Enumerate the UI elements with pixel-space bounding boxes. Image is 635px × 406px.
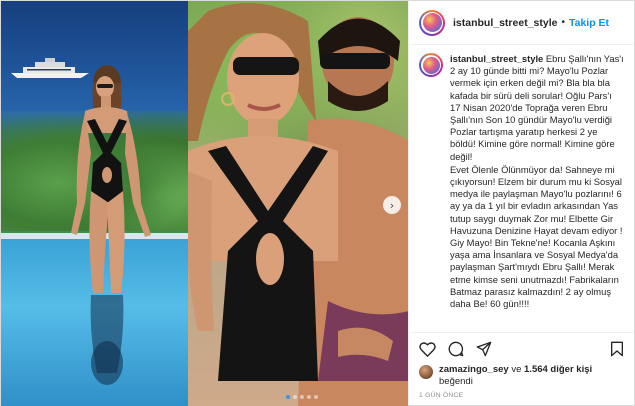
couple-figures bbox=[188, 3, 408, 406]
carousel-dot bbox=[299, 395, 304, 399]
caption-username[interactable]: istanbul_street_style bbox=[450, 53, 543, 64]
photo-pool-left bbox=[1, 1, 189, 406]
caption-avatar[interactable] bbox=[419, 53, 443, 77]
follow-button[interactable]: Takip Et bbox=[569, 17, 609, 29]
likes-count-link[interactable]: 1.564 diğer kişi bbox=[524, 364, 592, 375]
instagram-post: › istanbul_street_style • Takip Et istan… bbox=[0, 0, 635, 406]
action-bar bbox=[409, 332, 634, 364]
photo-couple-right bbox=[188, 1, 408, 406]
likes-text: zamazingo_sey ve 1.564 diğer kişi beğend… bbox=[439, 364, 592, 388]
caption-paragraph-1: istanbul_street_style Ebru Şallı'nın Yas… bbox=[450, 53, 624, 163]
bookmark-icon[interactable] bbox=[610, 341, 624, 357]
avatar[interactable] bbox=[419, 9, 445, 36]
post-side-panel: istanbul_street_style • Takip Et istanbu… bbox=[408, 1, 634, 405]
woman-figure-left bbox=[71, 65, 151, 385]
carousel-dot bbox=[292, 395, 297, 399]
carousel-dot bbox=[306, 395, 311, 399]
likes-connector: ve bbox=[508, 364, 525, 375]
caption-area: istanbul_street_style Ebru Şallı'nın Yas… bbox=[409, 45, 634, 332]
post-media[interactable]: › bbox=[1, 1, 408, 406]
likes-suffix: beğendi bbox=[439, 376, 473, 387]
post-timestamp[interactable]: 1 GÜN ÖNCE bbox=[409, 390, 634, 405]
chevron-right-icon[interactable]: › bbox=[383, 196, 401, 214]
caption-text: istanbul_street_style Ebru Şallı'nın Yas… bbox=[450, 53, 624, 332]
header-separator: • bbox=[561, 17, 565, 28]
heart-icon[interactable] bbox=[419, 341, 436, 357]
carousel-dot bbox=[313, 395, 318, 399]
carousel-dots bbox=[191, 395, 408, 399]
liker-avatar[interactable] bbox=[419, 365, 433, 379]
caption-paragraph-2: Evet Ölenle Ölünmüyor da! Sahneye mi çık… bbox=[450, 163, 623, 310]
caption-body-1: Ebru Şallı'nın Yas'ı 2 ay 10 günde bitti… bbox=[450, 53, 624, 162]
carousel-dot bbox=[285, 395, 290, 399]
liker-username[interactable]: zamazingo_sey bbox=[439, 364, 509, 375]
post-header: istanbul_street_style • Takip Et bbox=[409, 1, 634, 45]
comment-icon[interactable] bbox=[448, 341, 464, 357]
likes-summary: zamazingo_sey ve 1.564 diğer kişi beğend… bbox=[409, 364, 634, 390]
share-icon[interactable] bbox=[476, 341, 492, 357]
header-username[interactable]: istanbul_street_style bbox=[453, 17, 557, 29]
